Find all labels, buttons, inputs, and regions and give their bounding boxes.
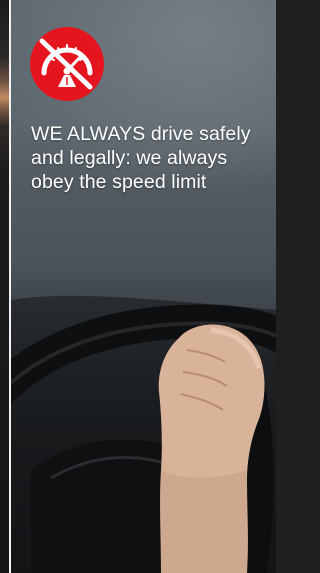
safety-headline: WE ALWAYS drive safely and legally: we a… — [31, 122, 263, 194]
no-speeding-icon — [30, 27, 104, 101]
safety-card: WE ALWAYS drive safely and legally: we a… — [0, 0, 276, 573]
headline-lead: WE ALWAYS — [31, 123, 146, 145]
driving-photo-panel: WE ALWAYS drive safely and legally: we a… — [11, 0, 276, 573]
adjacent-photo-edge — [0, 0, 11, 573]
